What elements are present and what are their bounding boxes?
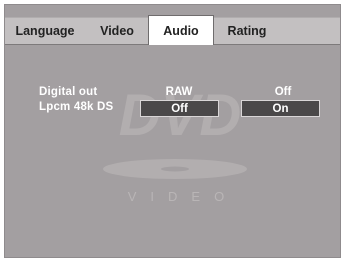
dvd-setup-window: Language Video Audio Rating DVD VIDEO Di…	[4, 4, 341, 258]
tab-language[interactable]: Language	[13, 18, 77, 44]
tab-bar: Language Video Audio Rating	[5, 15, 340, 45]
lpcm-value-off[interactable]: Off	[140, 100, 219, 117]
digital-out-label: Digital out	[39, 86, 98, 98]
digital-out-value-off[interactable]: Off	[253, 86, 313, 98]
digital-out-value-raw[interactable]: RAW	[149, 86, 209, 98]
lpcm-value-on[interactable]: On	[241, 100, 320, 117]
video-text: VIDEO	[128, 189, 238, 203]
tab-rating[interactable]: Rating	[223, 18, 271, 44]
tab-video[interactable]: Video	[95, 18, 139, 44]
disc-hole	[161, 166, 189, 172]
lpcm-48k-ds-label: Lpcm 48k DS	[39, 101, 114, 113]
tab-audio[interactable]: Audio	[148, 15, 214, 45]
audio-settings-panel: DVD VIDEO Digital out RAW Off Lpcm 48k D…	[5, 45, 340, 257]
